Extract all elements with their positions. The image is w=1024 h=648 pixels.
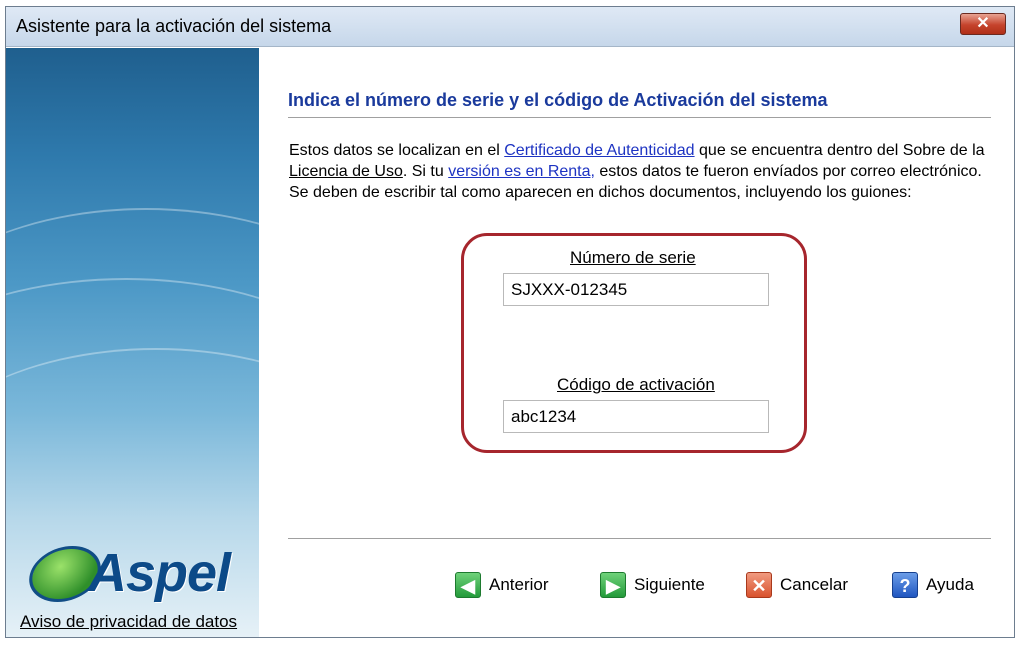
- help-button-label: Ayuda: [926, 575, 974, 594]
- title-bar[interactable]: Asistente para la activación del sistema…: [6, 7, 1014, 47]
- activation-wizard-window: Asistente para la activación del sistema…: [5, 6, 1015, 638]
- instructions-text: . Si tu: [402, 163, 449, 180]
- arrow-right-icon: ▶: [600, 572, 626, 598]
- rental-version-link[interactable]: versión es en Renta,: [448, 163, 595, 180]
- aspel-logo-text: Aspel: [88, 543, 231, 603]
- license-text: Licencia de Uso: [289, 163, 403, 180]
- close-button[interactable]: ✕: [960, 13, 1006, 35]
- instructions-paragraph: Estos datos se localizan en el Certifica…: [289, 140, 989, 203]
- x-icon: ✕: [746, 572, 772, 598]
- instructions-text: Estos datos se localizan en el: [289, 142, 505, 159]
- divider-bottom: [288, 538, 991, 539]
- instructions-text: que se encuentra dentro del Sobre de la: [694, 142, 985, 159]
- previous-button[interactable]: ◀ Anterior: [455, 570, 549, 600]
- activation-code-label: Código de activación: [557, 375, 715, 394]
- sidebar-panel: Aspel: [6, 48, 259, 637]
- cancel-button[interactable]: ✕ Cancelar: [746, 570, 848, 600]
- page-heading: Indica el número de serie y el código de…: [288, 90, 828, 110]
- question-icon: ?: [892, 572, 918, 598]
- activation-code-input[interactable]: [503, 400, 769, 433]
- privacy-notice-link[interactable]: Aviso de privacidad de datos: [20, 612, 237, 632]
- arrow-left-icon: ◀: [455, 572, 481, 598]
- divider-top: [288, 117, 991, 118]
- previous-button-label: Anterior: [489, 575, 549, 594]
- aspel-logo: Aspel: [22, 538, 246, 608]
- serial-number-label: Número de serie: [570, 248, 696, 267]
- window-title: Asistente para la activación del sistema: [16, 16, 332, 36]
- next-button-label: Siguiente: [634, 575, 705, 594]
- help-button[interactable]: ? Ayuda: [892, 570, 974, 600]
- cancel-button-label: Cancelar: [780, 575, 849, 594]
- certificate-link[interactable]: Certificado de Autenticidad: [504, 142, 694, 159]
- serial-number-input[interactable]: [503, 273, 769, 306]
- main-content: Indica el número de serie y el código de…: [259, 48, 1014, 637]
- close-icon: ✕: [976, 15, 990, 32]
- next-button[interactable]: ▶ Siguiente: [600, 570, 705, 600]
